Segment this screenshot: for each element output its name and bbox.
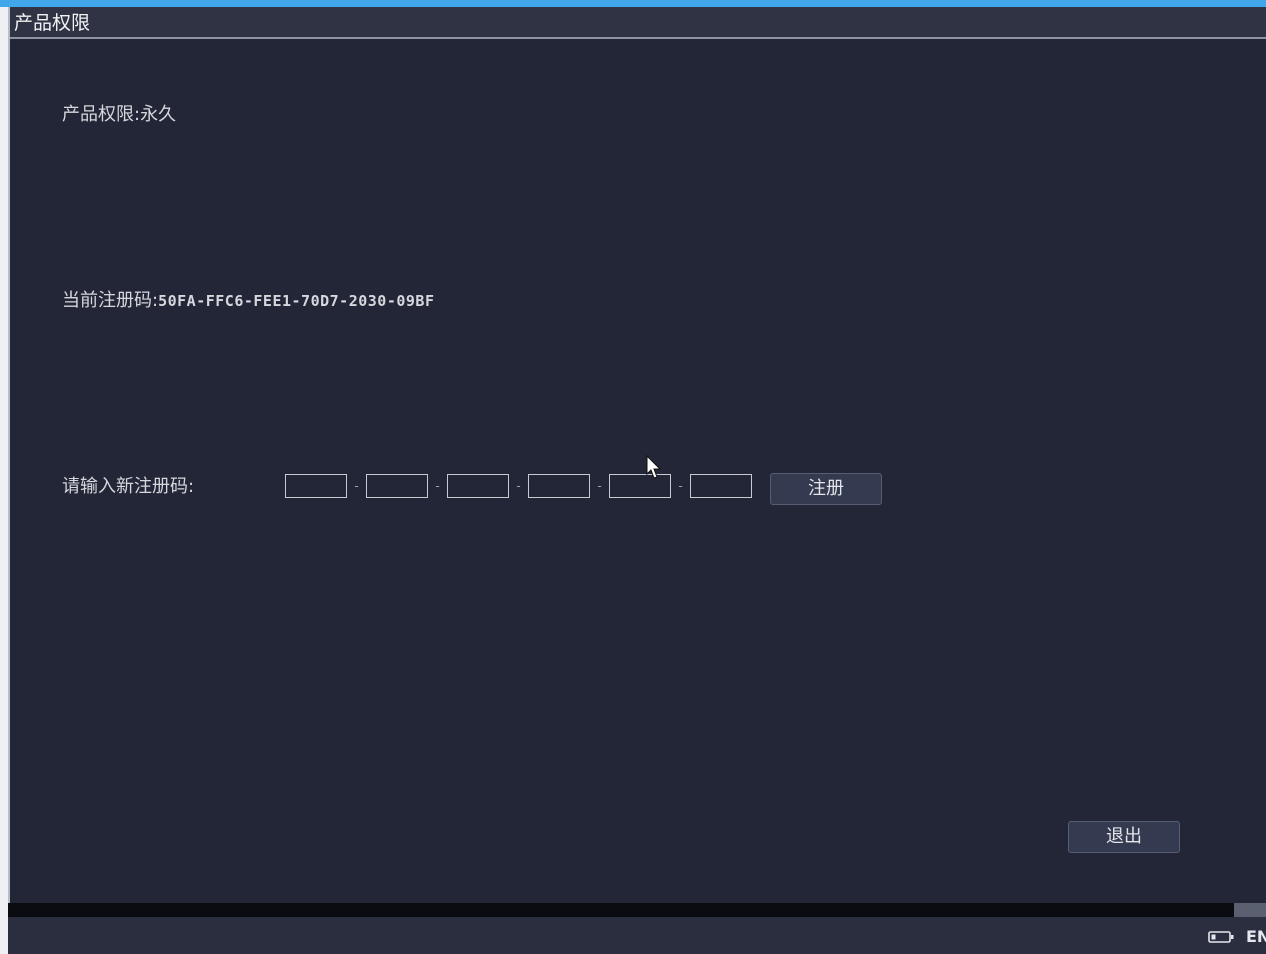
screen: 产品权限 产品权限:永久 当前注册码:50FA-FFC6-FEE1-70D7-2… xyxy=(0,0,1266,954)
product-permission-window: 产品权限 产品权限:永久 当前注册码:50FA-FFC6-FEE1-70D7-2… xyxy=(8,7,1266,903)
window-title: 产品权限 xyxy=(14,12,91,34)
top-accent-bar xyxy=(0,0,1266,7)
taskbar: EN xyxy=(8,917,1266,954)
battery-icon xyxy=(1208,931,1234,943)
code-segment-input-6[interactable] xyxy=(690,474,752,498)
code-segment-input-2[interactable] xyxy=(366,474,428,498)
new-code-fields: - - - - - xyxy=(285,473,752,499)
language-indicator[interactable]: EN xyxy=(1246,927,1266,947)
bottom-divider-accent xyxy=(1234,903,1266,917)
code-segment-input-1[interactable] xyxy=(285,474,347,498)
code-segment-input-4[interactable] xyxy=(528,474,590,498)
code-separator: - xyxy=(678,479,683,493)
mouse-pointer-icon xyxy=(646,455,662,479)
code-separator: - xyxy=(597,479,602,493)
register-button[interactable]: 注册 xyxy=(770,473,882,505)
bottom-divider xyxy=(8,903,1266,917)
current-code-row: 当前注册码:50FA-FFC6-FEE1-70D7-2030-09BF xyxy=(62,289,434,313)
code-segment-input-3[interactable] xyxy=(447,474,509,498)
code-separator: - xyxy=(354,479,359,493)
title-bar: 产品权限 xyxy=(10,7,1266,39)
current-code-value: 50FA-FFC6-FEE1-70D7-2030-09BF xyxy=(158,292,435,310)
code-separator: - xyxy=(516,479,521,493)
left-strip xyxy=(0,7,8,954)
permission-status: 产品权限:永久 xyxy=(62,104,177,125)
new-code-label: 请输入新注册码: xyxy=(62,476,195,497)
code-separator: - xyxy=(435,479,440,493)
exit-button[interactable]: 退出 xyxy=(1068,821,1180,853)
current-code-label: 当前注册码: xyxy=(62,290,159,311)
